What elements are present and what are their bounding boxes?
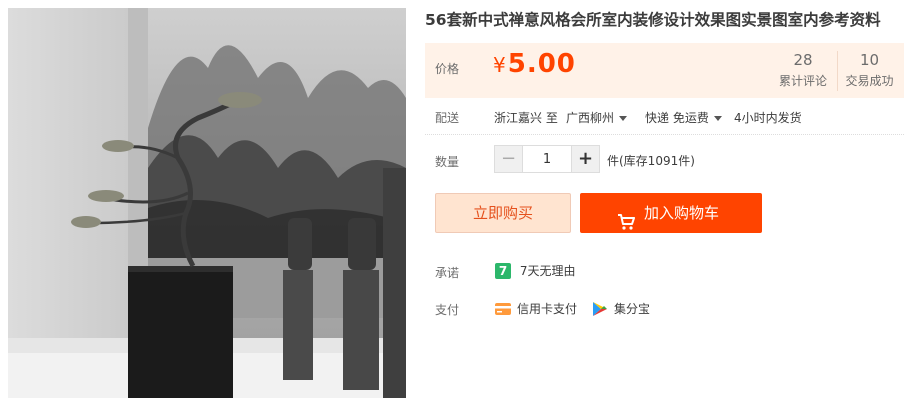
chevron-down-icon [713,116,722,121]
quantity-stepper: − + [494,145,600,173]
price-panel: 价格 ¥5.00 28 累计评论 10 交易成功 [425,43,904,98]
payment-jifenbao-label: 集分宝 [614,302,651,316]
buy-now-button[interactable]: 立即购买 [435,193,571,233]
sales-count: 10 [859,51,880,69]
product-image[interactable] [8,8,406,398]
shipping-method: 快递 免运费 [645,111,709,125]
product-title: 56套新中式禅意风格会所室内装修设计效果图实景图室内参考资料 [425,11,881,29]
payment-credit-card-label: 信用卡支付 [517,302,578,316]
price-amount: 5.00 [507,49,576,79]
payment-label: 支付 [435,303,460,317]
quantity-input[interactable] [523,146,571,172]
product-photo-illustration [8,8,406,398]
jifenbao-icon [592,301,608,317]
payment-credit-card[interactable]: 信用卡支付 [495,300,577,317]
shipping-destination-select[interactable]: 广西柳州 [566,109,635,126]
reviews-label: 累计评论 [778,74,827,88]
credit-card-icon [495,301,511,317]
currency-symbol: ¥ [493,53,506,77]
divider [425,134,904,135]
quantity-increase-button[interactable]: + [571,146,599,172]
cart-icon [617,205,635,245]
quantity-decrease-button[interactable]: − [495,146,523,172]
promise-label: 承诺 [435,266,460,280]
reviews-count: 28 [793,51,813,69]
reviews-stat[interactable]: 28 累计评论 [771,51,835,89]
seven-day-return-icon: 7 [495,262,511,279]
quantity-label: 数量 [435,155,460,169]
promise-text: 7天无理由 [519,264,576,278]
sales-stat: 10 交易成功 [837,51,901,91]
sales-label: 交易成功 [845,74,894,88]
shipping-destination: 广西柳州 [566,111,615,125]
shipping-from: 浙江嘉兴 至 [494,111,558,125]
stock-text: 件(库存1091件) [607,154,695,168]
chevron-down-icon [619,116,628,121]
add-to-cart-button[interactable]: 加入购物车 [580,193,762,233]
promise-item[interactable]: 7 7天无理由 [495,262,575,279]
shipping-label: 配送 [435,111,460,125]
price-value: ¥5.00 [493,49,576,79]
price-label: 价格 [435,62,460,76]
dispatch-time: 4小时内发货 [734,111,802,125]
shipping-method-select[interactable]: 快递 免运费 [645,109,730,126]
payment-jifenbao[interactable]: 集分宝 [592,300,650,317]
add-to-cart-label: 加入购物车 [644,204,720,222]
